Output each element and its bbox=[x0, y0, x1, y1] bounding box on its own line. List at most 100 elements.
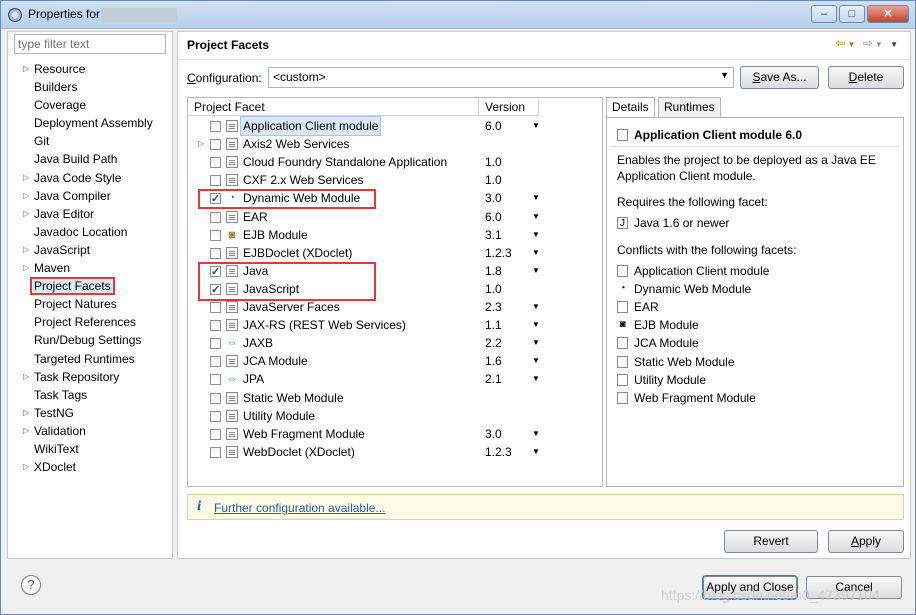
filter-input[interactable] bbox=[14, 34, 166, 54]
expand-arrow-icon[interactable]: ▷ bbox=[23, 368, 29, 386]
facet-row[interactable]: WebDoclet (XDoclet) 1.2.3 ▼ bbox=[188, 443, 602, 461]
facet-row[interactable]: EJBDoclet (XDoclet) 1.2.3 ▼ bbox=[188, 244, 602, 262]
forward-dropdown-icon[interactable]: ▼ bbox=[875, 40, 885, 49]
sidebar-item-15[interactable]: Run/Debug Settings bbox=[8, 331, 172, 349]
expand-arrow-icon[interactable]: ▷ bbox=[23, 205, 29, 223]
sidebar-item-1[interactable]: Builders bbox=[8, 78, 172, 96]
sidebar-item-2[interactable]: Coverage bbox=[8, 96, 172, 114]
facet-row[interactable]: CXF 2.x Web Services 1.0 bbox=[188, 171, 602, 189]
expand-arrow-icon[interactable]: ▷ bbox=[23, 422, 29, 440]
expand-arrow-icon[interactable]: ▷ bbox=[23, 60, 29, 78]
facet-checkbox[interactable] bbox=[210, 428, 221, 440]
facet-checkbox[interactable] bbox=[210, 121, 221, 132]
facet-checkbox[interactable] bbox=[210, 302, 221, 313]
facet-checkbox[interactable] bbox=[210, 446, 221, 458]
expand-arrow-icon[interactable]: ▷ bbox=[23, 169, 29, 187]
sidebar-item-11[interactable]: ▷ Maven bbox=[8, 259, 172, 277]
facet-row[interactable]: Web Fragment Module 3.0 ▼ bbox=[188, 425, 602, 443]
facet-row[interactable]: JAX-RS (REST Web Services) 1.1 ▼ bbox=[188, 316, 602, 334]
column-header-version[interactable]: Version bbox=[479, 98, 539, 116]
facet-checkbox[interactable] bbox=[210, 392, 221, 404]
version-dropdown-icon[interactable]: ▼ bbox=[532, 226, 540, 244]
facet-row[interactable]: ⇔ JAXB 2.2 ▼ bbox=[188, 334, 602, 352]
minimize-button[interactable]: – bbox=[811, 5, 837, 23]
version-dropdown-icon[interactable]: ▼ bbox=[532, 117, 540, 135]
sidebar-item-8[interactable]: ▷ Java Editor bbox=[8, 205, 172, 223]
facet-checkbox[interactable] bbox=[210, 356, 221, 368]
sidebar-item-16[interactable]: Targeted Runtimes bbox=[8, 350, 172, 368]
sidebar-item-4[interactable]: Git bbox=[8, 132, 172, 150]
facet-checkbox[interactable] bbox=[210, 338, 221, 350]
sidebar-item-5[interactable]: Java Build Path bbox=[8, 150, 172, 168]
save-as-button[interactable]: Save As... bbox=[740, 66, 819, 89]
back-arrow-icon[interactable]: ⇦ bbox=[835, 36, 847, 50]
sidebar-item-18[interactable]: Task Tags bbox=[8, 386, 172, 404]
facet-row[interactable]: Application Client module 6.0 ▼ bbox=[188, 116, 602, 136]
column-header-facet[interactable]: Project Facet bbox=[188, 98, 479, 116]
version-dropdown-icon[interactable]: ▼ bbox=[532, 262, 540, 280]
version-dropdown-icon[interactable]: ▼ bbox=[532, 352, 540, 370]
expand-arrow-icon[interactable]: ▷ bbox=[23, 259, 29, 277]
version-dropdown-icon[interactable]: ▼ bbox=[532, 208, 540, 226]
help-icon[interactable]: ? bbox=[21, 575, 41, 595]
sidebar-item-21[interactable]: WikiText bbox=[8, 440, 172, 458]
expand-arrow-icon[interactable]: ▷ bbox=[198, 135, 204, 153]
further-configuration-link[interactable]: Further configuration available... bbox=[214, 501, 385, 515]
version-dropdown-icon[interactable]: ▼ bbox=[532, 316, 540, 334]
apply-button[interactable]: Apply bbox=[828, 530, 904, 553]
facet-checkbox[interactable] bbox=[210, 374, 221, 386]
facet-row[interactable]: Static Web Module bbox=[188, 389, 602, 407]
version-dropdown-icon[interactable]: ▼ bbox=[532, 189, 540, 207]
facet-checkbox[interactable] bbox=[210, 247, 221, 259]
expand-arrow-icon[interactable]: ▷ bbox=[23, 241, 29, 259]
sidebar-item-10[interactable]: ▷ JavaScript bbox=[8, 241, 172, 259]
facet-row[interactable]: ▷ Axis2 Web Services bbox=[188, 135, 602, 153]
sidebar-item-7[interactable]: ▷ Java Compiler bbox=[8, 187, 172, 205]
facet-checkbox[interactable] bbox=[210, 410, 221, 422]
facet-checkbox[interactable] bbox=[210, 175, 221, 187]
expand-arrow-icon[interactable]: ▷ bbox=[23, 404, 29, 422]
revert-button[interactable]: Revert bbox=[724, 530, 818, 553]
sidebar-item-17[interactable]: ▷ Task Repository bbox=[8, 368, 172, 386]
version-dropdown-icon[interactable]: ▼ bbox=[532, 244, 540, 262]
facet-checkbox[interactable] bbox=[210, 211, 221, 223]
expand-arrow-icon[interactable]: ▷ bbox=[23, 187, 29, 205]
sidebar-item-0[interactable]: ▷ Resource bbox=[8, 60, 172, 78]
facet-checkbox[interactable] bbox=[210, 229, 221, 241]
facet-row[interactable]: JCA Module 1.6 ▼ bbox=[188, 352, 602, 370]
facet-checkbox[interactable] bbox=[210, 320, 221, 332]
delete-button[interactable]: Delete bbox=[828, 66, 904, 89]
sidebar-item-9[interactable]: Javadoc Location bbox=[8, 223, 172, 241]
view-menu-icon[interactable]: ▼ bbox=[890, 40, 900, 49]
version-dropdown-icon[interactable]: ▼ bbox=[532, 334, 540, 352]
tab-details[interactable]: Details bbox=[606, 97, 655, 118]
sidebar-item-6[interactable]: ▷ Java Code Style bbox=[8, 169, 172, 187]
facet-checkbox[interactable] bbox=[210, 157, 221, 169]
sidebar-item-14[interactable]: Project References bbox=[8, 313, 172, 331]
version-dropdown-icon[interactable]: ▼ bbox=[532, 443, 540, 461]
maximize-button[interactable]: □ bbox=[839, 5, 865, 23]
facet-checkbox[interactable] bbox=[210, 139, 221, 151]
expand-arrow-icon[interactable]: ▷ bbox=[23, 458, 29, 476]
sidebar-item-12[interactable]: Project Facets bbox=[8, 277, 172, 296]
version-dropdown-icon[interactable]: ▼ bbox=[532, 425, 540, 443]
facet-row[interactable]: ⇔ JPA 2.1 ▼ bbox=[188, 370, 602, 388]
sidebar-item-3[interactable]: Deployment Assembly bbox=[8, 114, 172, 132]
facet-row[interactable]: EAR 6.0 ▼ bbox=[188, 208, 602, 226]
version-dropdown-icon[interactable]: ▼ bbox=[532, 298, 540, 316]
configuration-select[interactable]: <custom> ▼ bbox=[268, 67, 734, 88]
sidebar-item-19[interactable]: ▷ TestNG bbox=[8, 404, 172, 422]
back-dropdown-icon[interactable]: ▼ bbox=[847, 40, 857, 49]
highlight-java-javascript bbox=[198, 262, 376, 301]
sidebar-item-22[interactable]: ▷ XDoclet bbox=[8, 458, 172, 476]
tab-runtimes[interactable]: Runtimes bbox=[658, 97, 721, 117]
sidebar-item-20[interactable]: ▷ Validation bbox=[8, 422, 172, 440]
sidebar-item-13[interactable]: Project Natures bbox=[8, 295, 172, 313]
facet-row[interactable]: Cloud Foundry Standalone Application 1.0 bbox=[188, 153, 602, 171]
facet-row[interactable]: Utility Module bbox=[188, 407, 602, 425]
close-button[interactable]: ✕ bbox=[867, 5, 909, 23]
facet-version: 1.0 bbox=[485, 173, 502, 188]
facet-row[interactable]: ◙ EJB Module 3.1 ▼ bbox=[188, 226, 602, 244]
version-dropdown-icon[interactable]: ▼ bbox=[532, 370, 540, 388]
forward-arrow-icon[interactable]: ⇨ bbox=[863, 36, 875, 50]
